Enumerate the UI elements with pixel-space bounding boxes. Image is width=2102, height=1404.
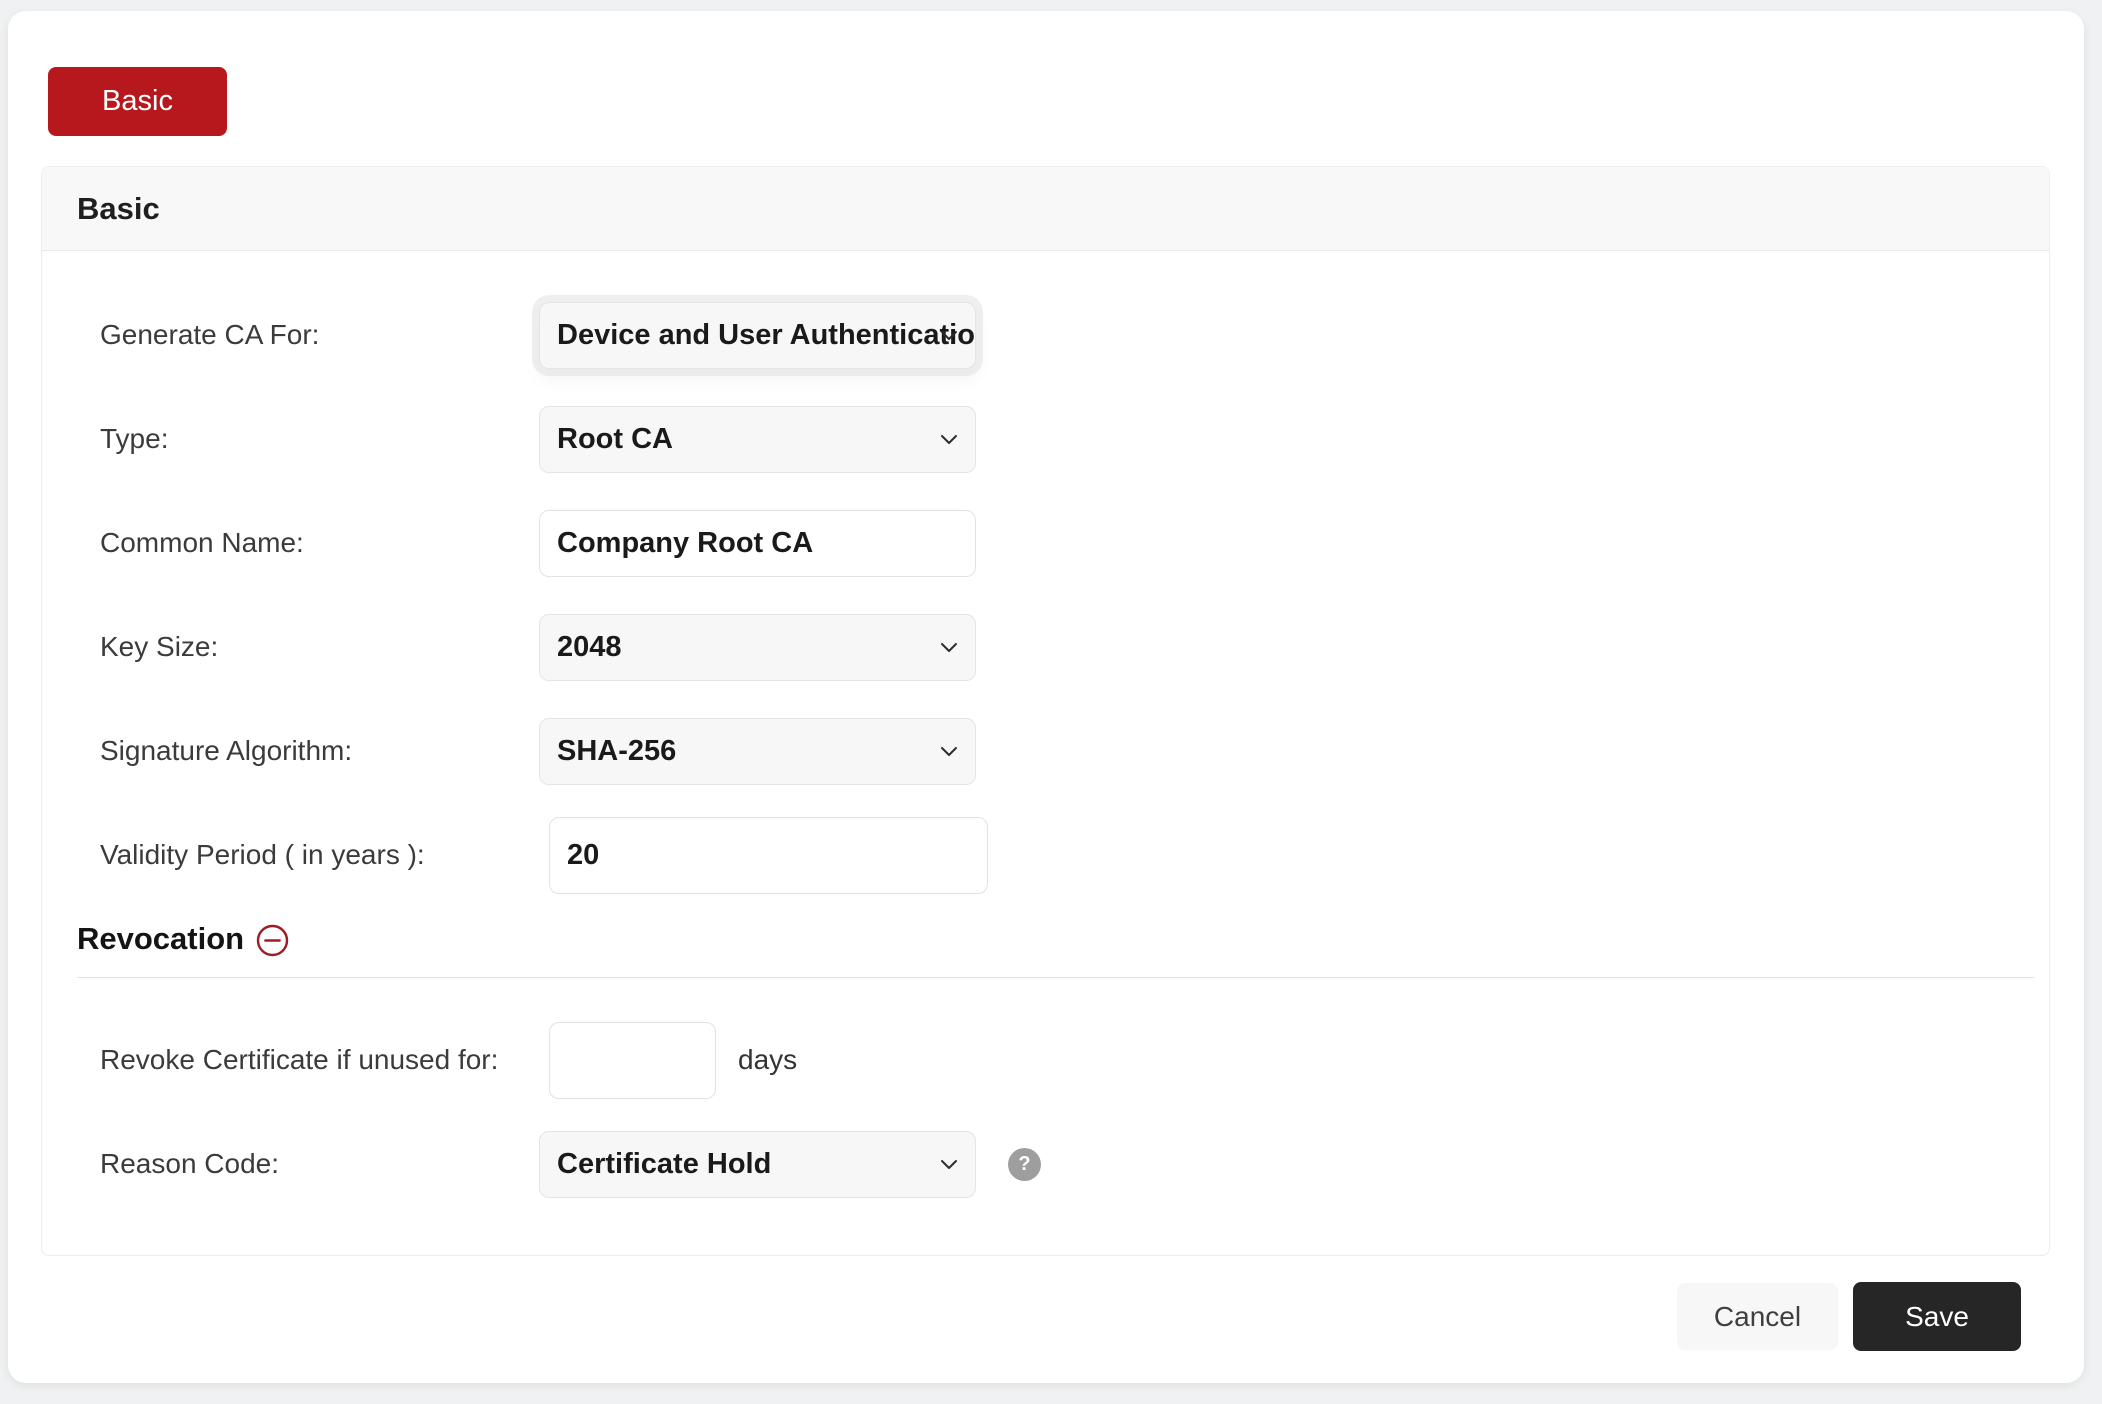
common-name-input[interactable]	[539, 510, 976, 577]
form-row-reason-code: Reason Code: Certificate Hold ?	[42, 1112, 2049, 1216]
form-row-key-size: Key Size: 2048	[42, 595, 2049, 699]
form-row-generate-ca-for: Generate CA For: Device and User Authent…	[42, 283, 2049, 387]
key-size-select[interactable]: 2048	[539, 614, 976, 681]
key-size-value: 2048	[540, 631, 975, 664]
generate-ca-for-label: Generate CA For:	[42, 319, 539, 351]
reason-code-value: Certificate Hold	[540, 1148, 975, 1181]
revocation-heading-text: Revocation	[77, 921, 244, 957]
help-icon[interactable]: ?	[1008, 1148, 1041, 1181]
days-suffix: days	[738, 1044, 797, 1076]
basic-panel: Basic Generate CA For: Device and User A…	[41, 166, 2050, 1256]
validity-period-label: Validity Period ( in years ):	[42, 839, 539, 871]
revocation-section-heading: Revocation	[42, 917, 2049, 961]
panel-body: Generate CA For: Device and User Authent…	[42, 251, 2049, 1216]
type-select[interactable]: Root CA	[539, 406, 976, 473]
type-value: Root CA	[540, 423, 975, 456]
form-row-revoke-unused: Revoke Certificate if unused for: days	[42, 1008, 2049, 1112]
signature-algorithm-select[interactable]: SHA-256	[539, 718, 976, 785]
form-row-common-name: Common Name:	[42, 491, 2049, 595]
reason-code-select[interactable]: Certificate Hold	[539, 1131, 976, 1198]
validity-period-input[interactable]	[549, 817, 988, 894]
content-card: Basic Basic Generate CA For: Device and …	[8, 11, 2084, 1383]
save-button[interactable]: Save	[1853, 1282, 2021, 1351]
basic-tab-button[interactable]: Basic	[48, 67, 227, 136]
generate-ca-for-value: Device and User Authentication	[540, 319, 975, 352]
panel-title: Basic	[42, 167, 2049, 251]
revoke-unused-label: Revoke Certificate if unused for:	[42, 1044, 539, 1076]
signature-algorithm-label: Signature Algorithm:	[42, 735, 539, 767]
form-row-signature-algorithm: Signature Algorithm: SHA-256	[42, 699, 2049, 803]
signature-algorithm-value: SHA-256	[540, 735, 975, 768]
revocation-divider	[77, 977, 2034, 978]
form-row-validity-period: Validity Period ( in years ):	[42, 803, 2049, 907]
type-label: Type:	[42, 423, 539, 455]
cancel-button[interactable]: Cancel	[1677, 1283, 1838, 1350]
minus-circle-icon[interactable]	[256, 924, 289, 957]
form-row-type: Type: Root CA	[42, 387, 2049, 491]
key-size-label: Key Size:	[42, 631, 539, 663]
common-name-label: Common Name:	[42, 527, 539, 559]
generate-ca-for-select[interactable]: Device and User Authentication	[539, 302, 976, 369]
reason-code-label: Reason Code:	[42, 1148, 539, 1180]
revoke-unused-input[interactable]	[549, 1022, 716, 1099]
